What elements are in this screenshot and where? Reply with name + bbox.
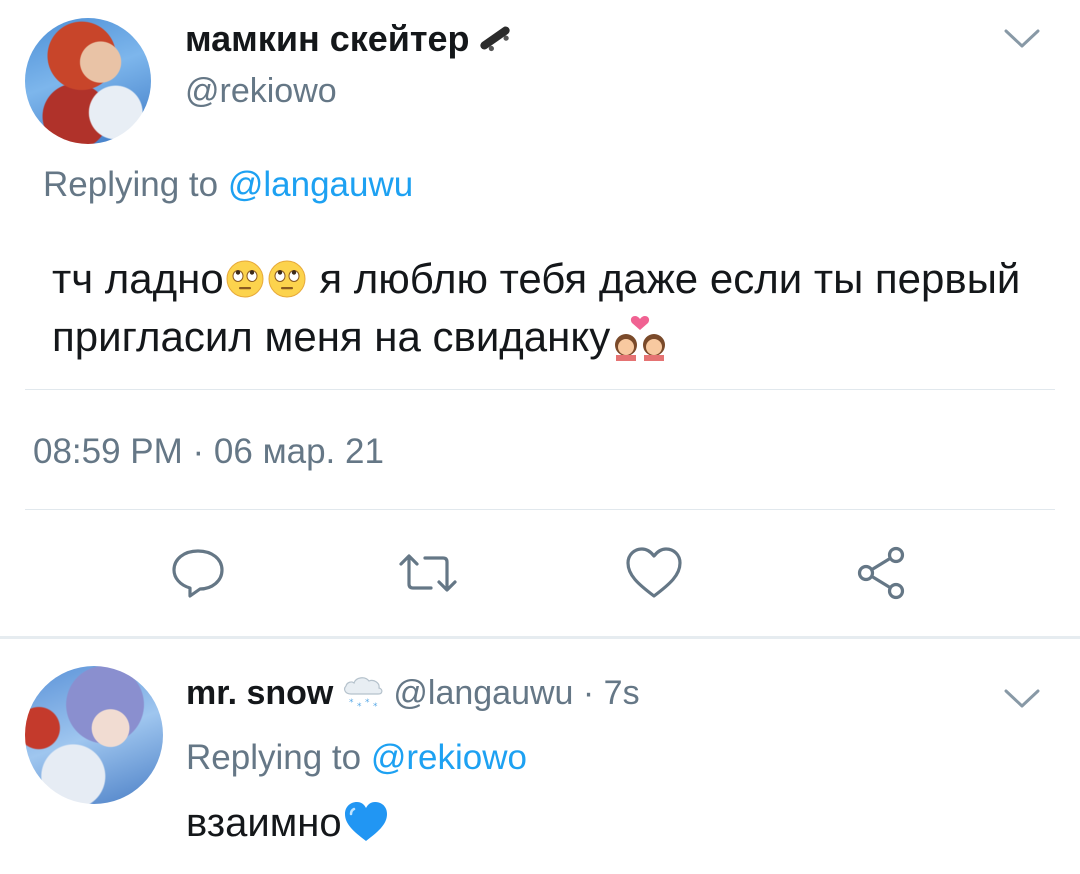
like-button[interactable] <box>624 545 684 605</box>
section-divider <box>0 636 1080 639</box>
avatar[interactable] <box>25 18 151 144</box>
share-button[interactable] <box>852 545 912 605</box>
share-icon <box>852 545 912 606</box>
reply-header: mr. snow * * * * @langauwu · 7s <box>186 672 640 721</box>
divider <box>25 389 1055 390</box>
skateboard-icon <box>476 20 514 62</box>
chevron-down-icon[interactable] <box>1002 686 1042 712</box>
snow-cloud-icon: * * * * <box>341 672 385 721</box>
chevron-down-icon[interactable] <box>1002 26 1042 52</box>
replying-to-mention[interactable]: @langauwu <box>228 165 413 204</box>
couple-with-heart-emoji-icon <box>610 315 670 361</box>
tweet-text-part1: тч ладно <box>52 255 224 302</box>
svg-text:*: * <box>349 698 354 708</box>
svg-text:*: * <box>365 698 370 708</box>
author-name-text: мамкин скейтер <box>185 18 470 59</box>
reply-text: взаимно <box>186 800 390 854</box>
replying-prefix: Replying to <box>43 165 219 204</box>
reply-button[interactable] <box>168 545 228 605</box>
reply-text-content: взаимно <box>186 801 342 845</box>
retweet-icon <box>397 550 459 601</box>
tweet-text: тч ладно я люблю тебя даже если ты первы… <box>52 250 1042 366</box>
blue-heart-icon <box>342 800 390 854</box>
divider <box>25 509 1055 510</box>
eye-roll-emoji-icon <box>225 256 265 298</box>
reply-icon <box>168 547 228 604</box>
reply-handle-time[interactable]: @langauwu · 7s <box>393 674 639 712</box>
reply-replying-to-mention[interactable]: @rekiowo <box>371 738 527 777</box>
tweet-timestamp: 08:59 PM · 06 мар. 21 <box>33 432 384 471</box>
replying-to-line: Replying to @langauwu <box>43 165 413 205</box>
retweet-button[interactable] <box>398 545 458 605</box>
svg-text:*: * <box>357 702 362 712</box>
reply-display-name[interactable]: mr. snow <box>186 674 333 712</box>
reply-replying-to-line: Replying to @rekiowo <box>186 738 527 778</box>
eye-roll-emoji-icon <box>267 256 307 298</box>
reply-avatar[interactable] <box>25 666 163 804</box>
svg-text:*: * <box>373 702 378 712</box>
author-handle[interactable]: @rekiowo <box>185 72 337 111</box>
reply-replying-prefix: Replying to <box>186 738 362 777</box>
like-icon <box>624 546 684 605</box>
author-display-name[interactable]: мамкин скейтер <box>185 18 514 62</box>
